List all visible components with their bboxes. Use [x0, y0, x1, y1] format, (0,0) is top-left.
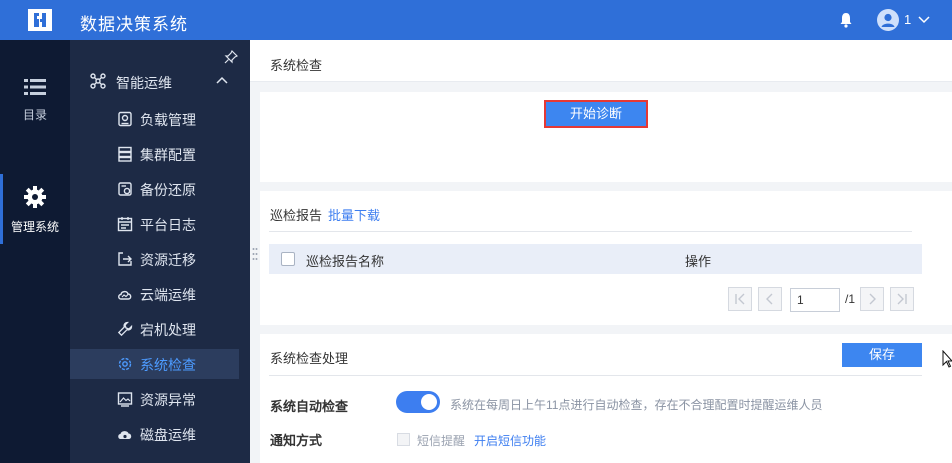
batch-download-link[interactable]: 批量下载: [328, 205, 380, 224]
wrench-icon: [117, 321, 133, 337]
divider: [269, 231, 912, 232]
sidebar-item-resource-migration[interactable]: 资源迁移: [70, 244, 239, 274]
page-header: 系统检查: [250, 40, 952, 82]
rail-item-label: 管理系统: [10, 220, 59, 234]
app-title: 数据决策系统: [80, 15, 188, 34]
last-page-icon: [897, 293, 907, 305]
enable-sms-link[interactable]: 开启短信功能: [474, 432, 546, 449]
auto-check-toggle[interactable]: [396, 391, 440, 413]
column-header-report-name: 巡检报告名称: [306, 254, 385, 269]
page-title: 系统检查: [270, 58, 323, 73]
chevron-right-icon: [869, 293, 876, 305]
prev-page-button[interactable]: [758, 287, 782, 311]
chevron-down-icon[interactable]: [918, 14, 930, 24]
bell-icon[interactable]: [839, 12, 853, 28]
processing-title: 系统检查处理: [270, 351, 349, 366]
sidebar-item-cloud-ops[interactable]: 云端运维: [70, 279, 239, 309]
app-rail: 目录 管理系统: [0, 40, 70, 463]
sidebar-item-backup-restore[interactable]: 备份还原: [70, 174, 239, 204]
gear-check-icon: [118, 357, 132, 371]
chevron-up-icon: [216, 76, 228, 84]
cloud-icon: [118, 290, 132, 300]
first-page-button[interactable]: [728, 287, 752, 311]
migrate-icon: [118, 252, 132, 266]
first-page-icon: [735, 293, 745, 305]
column-header-actions: 操作: [685, 254, 712, 269]
sidebar-item-label: 磁盘运维: [140, 427, 196, 443]
pin-icon[interactable]: [224, 50, 238, 64]
sidebar-item-crash-handling[interactable]: 宕机处理: [70, 314, 239, 344]
chevron-left-icon: [766, 293, 773, 305]
nodes-icon: [90, 73, 106, 89]
sidebar-item-label: 备份还原: [140, 182, 196, 198]
sidebar-item-load-management[interactable]: 负载管理: [70, 104, 239, 134]
load-icon: [118, 111, 132, 127]
top-bar: 数据决策系统 1: [0, 0, 952, 40]
sms-notify-checkbox[interactable]: [397, 433, 410, 446]
user-icon: [881, 13, 895, 27]
sidebar-item-label: 资源迁移: [140, 252, 196, 268]
last-page-button[interactable]: [890, 287, 914, 311]
disk-icon: [118, 431, 132, 439]
page-number-input[interactable]: [790, 288, 840, 312]
sidebar-item-resource-exception[interactable]: 资源异常: [70, 384, 239, 414]
divider: [269, 375, 922, 376]
sidebar-item-cluster-config[interactable]: 集群配置: [70, 139, 239, 169]
main-content: 系统检查 开始诊断 巡检报告 批量下载 巡检报告名称 操作 /1 系统检查处理 …: [250, 40, 952, 463]
rail-item-management[interactable]: 管理系统: [0, 174, 70, 244]
tab-inspection-report[interactable]: 巡检报告: [270, 205, 322, 224]
gear-icon: [24, 186, 46, 208]
sidebar: 智能运维 负载管理 集群配置 备份还原 平台日志 资源迁移 云端运维 宕机处理 …: [70, 40, 250, 463]
backup-icon: [118, 182, 132, 196]
user-name[interactable]: 1: [904, 12, 911, 27]
sidebar-item-platform-log[interactable]: 平台日志: [70, 209, 239, 239]
sidebar-item-label: 宕机处理: [140, 322, 196, 338]
sidebar-item-label: 资源异常: [140, 392, 196, 408]
notify-method-label: 通知方式: [270, 433, 323, 448]
next-page-button[interactable]: [860, 287, 884, 311]
page-total: /1: [845, 292, 856, 306]
sidebar-group-smart-ops[interactable]: 智能运维: [88, 72, 238, 92]
rail-item-label: 目录: [22, 108, 47, 122]
avatar[interactable]: [877, 9, 899, 31]
logo-icon: [28, 9, 52, 31]
start-diagnosis-button[interactable]: 开始诊断: [544, 100, 648, 128]
sidebar-item-label: 负载管理: [140, 112, 196, 128]
list-icon: [24, 79, 46, 95]
auto-check-label: 系统自动检查: [270, 399, 349, 414]
drag-handle-icon[interactable]: [252, 247, 258, 261]
auto-check-hint: 系统在每周日上午11点进行自动检查，存在不合理配置时提醒运维人员: [450, 398, 823, 412]
sidebar-item-label: 云端运维: [140, 287, 196, 303]
sidebar-item-label: 集群配置: [140, 147, 196, 163]
save-button[interactable]: 保存: [842, 343, 922, 367]
server-icon: [118, 146, 132, 162]
select-all-checkbox[interactable]: [281, 252, 295, 266]
rail-item-catalog[interactable]: 目录: [0, 78, 70, 123]
sidebar-item-system-check[interactable]: 系统检查: [70, 349, 239, 379]
calendar-icon: [117, 217, 133, 232]
mouse-cursor-icon: [942, 350, 952, 368]
image-alert-icon: [117, 392, 133, 407]
sidebar-item-disk-ops[interactable]: 磁盘运维: [70, 419, 239, 449]
sidebar-group-label: 智能运维: [116, 75, 172, 91]
sidebar-item-label: 系统检查: [140, 357, 196, 373]
sidebar-item-label: 平台日志: [140, 217, 196, 233]
sms-notify-label: 短信提醒: [417, 434, 466, 448]
